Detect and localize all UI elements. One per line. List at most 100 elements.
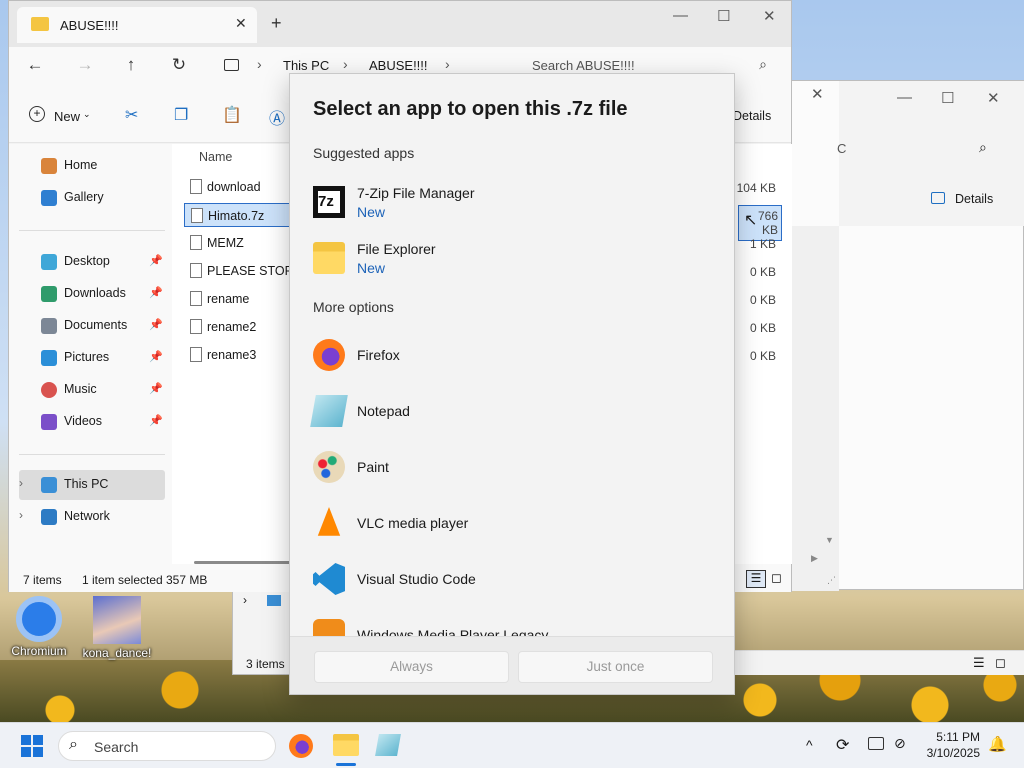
just-once-button[interactable]: Just once [518, 651, 713, 683]
cut-icon[interactable]: ✂ [125, 105, 138, 125]
status-selected-size: 357 MB [166, 573, 208, 587]
scroll-right-icon[interactable]: ▶ [811, 553, 818, 564]
desktop-icon-chromium[interactable]: Chromium [4, 596, 74, 658]
app-option-vlc[interactable]: VLC media player [313, 501, 713, 545]
list-item[interactable]: PLEASE STOP DI [184, 259, 309, 283]
list-item[interactable]: rename3 [184, 343, 294, 367]
app-option-notepad[interactable]: Notepad [310, 389, 713, 433]
list-item[interactable]: rename [184, 287, 294, 311]
desktop-icon-kona-dance[interactable]: kona_dance! [82, 596, 152, 660]
sidebar-item-music[interactable]: Music 📌 [19, 375, 165, 405]
list-item[interactable]: Himato.7z [184, 203, 294, 227]
file-explorer-icon[interactable] [333, 734, 359, 756]
sidebar-item-network[interactable]: › Network [19, 502, 165, 532]
close-icon[interactable]: ✕ [987, 89, 1000, 107]
clock[interactable]: 5:11 PM 3/10/2025 [922, 729, 980, 761]
chevron-down-icon: ⌄ [83, 109, 91, 119]
sidebar-item-desktop[interactable]: Desktop 📌 [19, 247, 165, 277]
tiles-view-icon[interactable]: ◻ [771, 570, 782, 586]
text-file-icon [190, 319, 202, 334]
chevron-right-icon[interactable]: › [19, 508, 23, 522]
anime-image-icon [93, 596, 141, 644]
rename-icon[interactable]: Ⓐ [269, 105, 285, 129]
bottom-explorer-window[interactable]: › 3 items [232, 590, 292, 675]
search-icon[interactable]: ⌕ [979, 139, 987, 156]
maximize-icon[interactable]: ☐ [717, 7, 730, 25]
pin-icon[interactable]: 📌 [149, 254, 163, 267]
back-arrow-icon[interactable]: ← [23, 55, 47, 75]
chevron-up-icon[interactable]: ^ [806, 737, 813, 753]
new-badge: New [357, 260, 386, 276]
column-header-name[interactable]: Name [199, 150, 232, 164]
refresh-icon[interactable]: ↻ [167, 55, 191, 75]
pin-icon[interactable]: 📌 [149, 350, 163, 363]
minimize-icon[interactable]: — [897, 89, 912, 106]
details-pane-icon [931, 192, 945, 204]
app-option-paint[interactable]: Paint [313, 445, 713, 489]
clock-time: 5:11 PM [936, 730, 980, 744]
app-name: Firefox [357, 347, 400, 363]
app-option-file-explorer[interactable]: File Explorer New [313, 236, 713, 280]
sidebar-item-videos[interactable]: Videos 📌 [19, 407, 165, 437]
sidebar-item-downloads[interactable]: Downloads 📌 [19, 279, 165, 309]
list-item[interactable]: MEMZ [184, 231, 294, 255]
taskbar-search-input[interactable]: ⌕ Search [58, 731, 276, 761]
firefox-icon[interactable] [289, 734, 313, 758]
details-button[interactable]: Details [955, 192, 993, 206]
sidebar-item-label: This PC [64, 477, 109, 491]
pin-icon[interactable]: 📌 [149, 318, 163, 331]
minimize-icon[interactable]: — [673, 7, 688, 24]
tiles-view-icon[interactable]: ◻ [995, 655, 1006, 671]
dialog-title: Select an app to open this .7z file [313, 98, 628, 120]
sidebar-item-gallery[interactable]: Gallery [19, 183, 165, 213]
new-plus-icon[interactable]: + [29, 106, 45, 122]
pin-icon[interactable]: 📌 [149, 382, 163, 395]
app-option-vscode[interactable]: Visual Studio Code [313, 557, 713, 601]
details-button[interactable]: Details [733, 109, 771, 123]
folder-icon [313, 242, 345, 274]
list-item[interactable]: rename2 [184, 315, 294, 339]
sidebar-item-this-pc[interactable]: › This PC [19, 470, 165, 500]
chevron-right-icon[interactable]: › [19, 476, 23, 490]
file-name: MEMZ [207, 236, 244, 250]
breadcrumb-this-pc[interactable]: This PC [283, 58, 329, 73]
notepad-icon [310, 395, 348, 427]
sidebar-item-label: Gallery [64, 190, 104, 204]
close-icon[interactable]: ✕ [763, 7, 776, 25]
sync-alert-icon[interactable]: ⟳ [836, 735, 849, 755]
tab-abuse[interactable]: ABUSE!!!! ✕ [17, 7, 257, 43]
more-options-heading: More options [313, 299, 394, 315]
breadcrumb-abuse[interactable]: ABUSE!!!! [369, 58, 428, 73]
scroll-down-icon[interactable]: ▼ [825, 535, 834, 545]
close-icon[interactable]: ✕ [811, 85, 824, 103]
notepad-icon[interactable] [375, 734, 401, 756]
copy-icon[interactable]: ❐ [174, 105, 188, 125]
details-view-icon[interactable]: ☰ [973, 655, 985, 671]
paste-icon[interactable]: 📋 [222, 105, 242, 125]
resize-grip-icon[interactable]: ⋰ [827, 575, 836, 586]
up-arrow-icon[interactable]: ↑ [119, 55, 143, 75]
pin-icon[interactable]: 📌 [149, 286, 163, 299]
windows-start-icon[interactable] [21, 735, 43, 757]
active-app-indicator [336, 763, 356, 766]
sidebar-item-documents[interactable]: Documents 📌 [19, 311, 165, 341]
sidebar-item-pictures[interactable]: Pictures 📌 [19, 343, 165, 373]
monitor-icon[interactable] [868, 737, 884, 750]
file-name: rename3 [207, 348, 257, 362]
always-button[interactable]: Always [314, 651, 509, 683]
new-button[interactable]: New [54, 109, 80, 124]
pin-icon[interactable]: 📌 [149, 414, 163, 427]
forward-arrow-icon[interactable]: → [73, 55, 97, 75]
app-option-firefox[interactable]: Firefox [313, 333, 713, 377]
network-off-icon[interactable]: ⊘ [894, 735, 906, 752]
maximize-icon[interactable]: ☐ [941, 89, 954, 107]
notification-bell-icon[interactable]: 🔔 [988, 735, 1007, 753]
close-tab-icon[interactable]: ✕ [235, 15, 247, 32]
sidebar-item-home[interactable]: Home [19, 151, 165, 181]
new-tab-icon[interactable]: + [271, 13, 282, 34]
list-item[interactable]: download [184, 175, 294, 199]
paint-palette-icon [313, 451, 345, 483]
app-option-7zip[interactable]: 7z 7-Zip File Manager New [313, 180, 713, 224]
background-explorer-window[interactable]: ✕ — ☐ ✕ C ⌕ Details ▼ ▶ ⋰ [790, 80, 1024, 591]
details-view-icon[interactable]: ☰ [746, 570, 766, 588]
